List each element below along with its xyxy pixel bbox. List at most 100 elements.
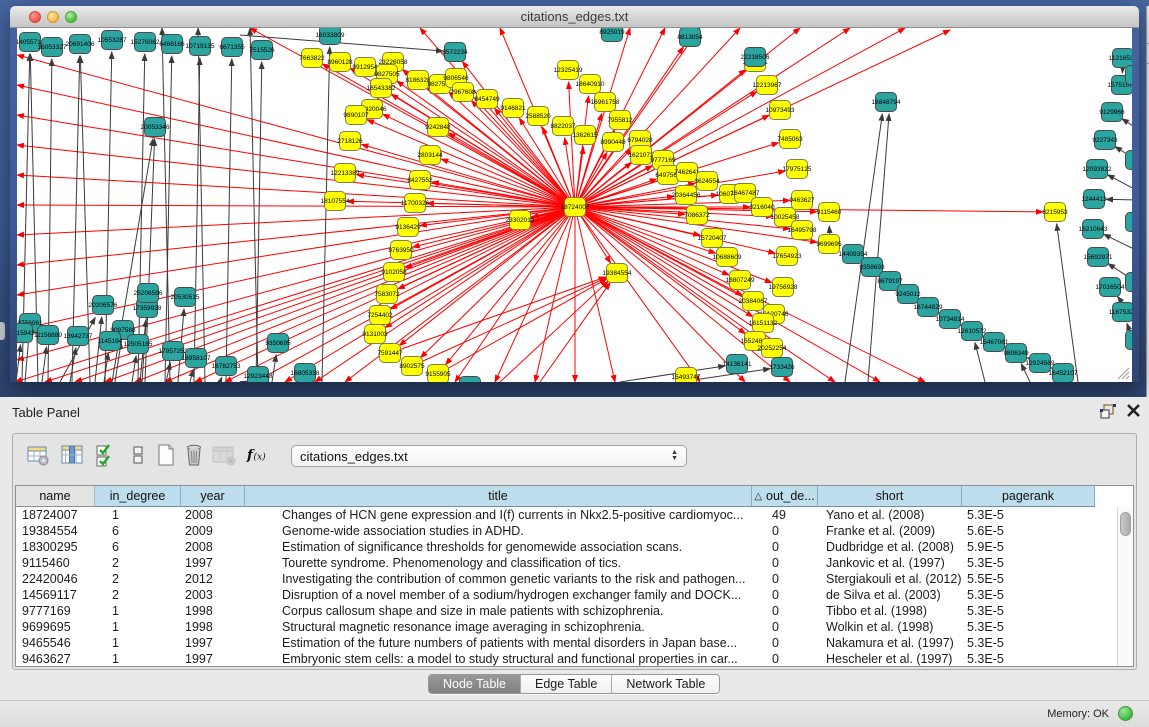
graph-node[interactable]: 7583072 xyxy=(374,285,400,304)
graph-node[interactable]: 10553287 xyxy=(98,31,127,50)
row-height-button[interactable] xyxy=(125,442,151,468)
citation-network-graph[interactable]: 1872400776638228960128891295423226058982… xyxy=(17,28,1132,382)
graph-node[interactable]: 7485063 xyxy=(777,130,803,149)
graph-node[interactable] xyxy=(1126,151,1133,170)
graph-node[interactable]: 8925019 xyxy=(599,28,625,42)
graph-node[interactable]: 12923448 xyxy=(244,367,273,383)
graph-node[interactable]: 15692971 xyxy=(1084,248,1113,267)
graph-node[interactable]: 9131003 xyxy=(362,325,388,344)
graph-node[interactable]: 11216532 xyxy=(1109,49,1132,68)
column-header-name[interactable]: name xyxy=(16,486,95,507)
graph-node[interactable] xyxy=(1126,273,1133,292)
graph-node[interactable]: 9890107 xyxy=(343,106,369,125)
graph-node[interactable]: 18724007 xyxy=(561,198,590,217)
graph-node[interactable]: 7955812 xyxy=(607,111,633,130)
graph-node[interactable]: 7254402 xyxy=(367,306,393,325)
graph-node[interactable]: 23302013 xyxy=(506,211,535,230)
graph-node[interactable]: 7086372 xyxy=(684,206,710,225)
graph-node[interactable]: 8763950 xyxy=(388,241,414,260)
select-columns-button[interactable] xyxy=(93,442,119,468)
graph-node[interactable]: 20530515 xyxy=(171,288,200,307)
graph-node[interactable]: 2803144 xyxy=(417,146,443,165)
graph-node[interactable]: 16053327 xyxy=(38,38,67,57)
graph-node[interactable]: 7663822 xyxy=(299,49,325,68)
graph-node[interactable]: 12093822 xyxy=(1083,160,1112,179)
table-row[interactable]: 1830029562008Estimation of significance … xyxy=(16,539,1118,555)
graph-node[interactable]: 9115460 xyxy=(817,203,842,222)
table-row[interactable]: 1938455462009Genome-wide association stu… xyxy=(16,523,1118,539)
graph-node[interactable]: 9350695 xyxy=(265,334,291,353)
scrollbar-thumb[interactable] xyxy=(1120,512,1131,536)
graph-node[interactable]: 3915943 xyxy=(17,324,35,343)
graph-node[interactable]: 19756928 xyxy=(769,278,798,297)
graph-node[interactable]: 19384554 xyxy=(603,264,632,283)
graph-node[interactable]: 1362615 xyxy=(572,126,598,145)
table-row[interactable]: 946362711997Embryonic stem cells: a mode… xyxy=(16,651,1118,667)
column-header-out_de[interactable]: △out_de... xyxy=(752,486,818,507)
graph-node[interactable]: 9136429 xyxy=(395,218,421,237)
close-panel-icon[interactable] xyxy=(1126,403,1141,418)
graph-node[interactable]: 20053346 xyxy=(141,118,170,137)
graph-node[interactable]: 7515526 xyxy=(249,41,275,60)
graph-node[interactable]: 9146821 xyxy=(500,99,526,118)
column-header-in_degree[interactable]: in_degree xyxy=(95,486,181,507)
table-row[interactable]: 1872400712008Changes of HCN gene express… xyxy=(16,507,1118,523)
graph-node[interactable]: 8813054 xyxy=(677,28,703,47)
graph-node[interactable]: 8454749 xyxy=(474,90,500,109)
graph-node[interactable]: 3624554 xyxy=(694,172,720,191)
graph-node[interactable]: 25206596 xyxy=(134,284,163,303)
graph-node[interactable] xyxy=(1126,331,1133,350)
graph-node[interactable]: 18807249 xyxy=(726,271,755,290)
graph-node[interactable]: 12325419 xyxy=(554,61,583,80)
graph-node[interactable]: 20206576 xyxy=(89,296,118,315)
graph-node[interactable]: 14136141 xyxy=(723,355,752,374)
graph-node[interactable] xyxy=(1126,66,1133,85)
graph-node[interactable]: 1145194 xyxy=(98,332,123,351)
delete-table-button[interactable] xyxy=(181,442,207,468)
graph-node[interactable]: 10719135 xyxy=(186,37,215,56)
graph-node[interactable]: 18107554 xyxy=(321,192,350,211)
resize-grip[interactable] xyxy=(1114,364,1130,380)
graph-node[interactable]: 15467061 xyxy=(980,333,1009,352)
graph-node[interactable]: 16210643 xyxy=(1079,220,1108,239)
column-header-pagerank[interactable]: pagerank xyxy=(962,486,1095,507)
window-titlebar[interactable]: citations_edges.txt xyxy=(10,6,1139,28)
graph-node[interactable]: 10973493 xyxy=(766,101,795,120)
graph-node[interactable]: 8572234 xyxy=(442,43,468,62)
graph-node[interactable]: 17016504 xyxy=(1096,278,1125,297)
graph-node[interactable]: 8215953 xyxy=(1042,203,1068,222)
graph-node[interactable]: 16958107 xyxy=(182,349,211,368)
graph-node[interactable]: 9129966 xyxy=(1099,103,1125,122)
graph-node[interactable]: 18640910 xyxy=(576,75,605,94)
graph-node[interactable]: 20691406 xyxy=(66,35,95,54)
graph-node[interactable]: 9463627 xyxy=(789,191,815,210)
graph-node[interactable]: 9102058 xyxy=(381,263,407,282)
graph-node[interactable]: 8990448 xyxy=(600,133,626,152)
float-panel-icon[interactable] xyxy=(1100,404,1116,419)
table-source-select[interactable]: citations_edges.txt ▲▼ xyxy=(291,445,687,467)
graph-node[interactable]: 6466166 xyxy=(159,35,185,54)
graph-node[interactable]: 16961758 xyxy=(591,93,620,112)
column-header-title[interactable]: title xyxy=(245,486,752,507)
graph-node[interactable]: 9242848 xyxy=(425,118,451,137)
memory-status-indicator[interactable] xyxy=(1118,706,1133,721)
graph-node[interactable]: 15720407 xyxy=(698,229,727,248)
graph-node[interactable]: 9204677 xyxy=(457,377,483,383)
graph-node[interactable]: 16033809 xyxy=(316,28,345,45)
graph-node[interactable]: 6671355 xyxy=(219,38,245,57)
graph-node[interactable]: 20364456 xyxy=(672,186,701,205)
table-row[interactable]: 977716911998Corpus callosum shape and si… xyxy=(16,603,1118,619)
graph-node[interactable]: 17654923 xyxy=(773,247,802,266)
graph-node[interactable]: 16495798 xyxy=(788,221,817,240)
graph-node[interactable]: 12610572 xyxy=(958,322,987,341)
graph-node[interactable]: 2588520 xyxy=(525,107,551,126)
graph-node[interactable]: 16782753 xyxy=(212,357,241,376)
column-header-year[interactable]: year xyxy=(181,486,245,507)
graph-node[interactable]: 10734814 xyxy=(936,310,965,329)
graph-node[interactable]: 12213967 xyxy=(753,76,782,95)
table-row[interactable]: 2242004622012Investigating the contribut… xyxy=(16,571,1118,587)
graph-node[interactable]: 20252254 xyxy=(758,339,787,358)
table-scrollbar[interactable] xyxy=(1117,507,1133,667)
graph-node[interactable]: 7591447 xyxy=(377,344,403,363)
function-builder-button[interactable]: f(x) xyxy=(245,442,271,468)
